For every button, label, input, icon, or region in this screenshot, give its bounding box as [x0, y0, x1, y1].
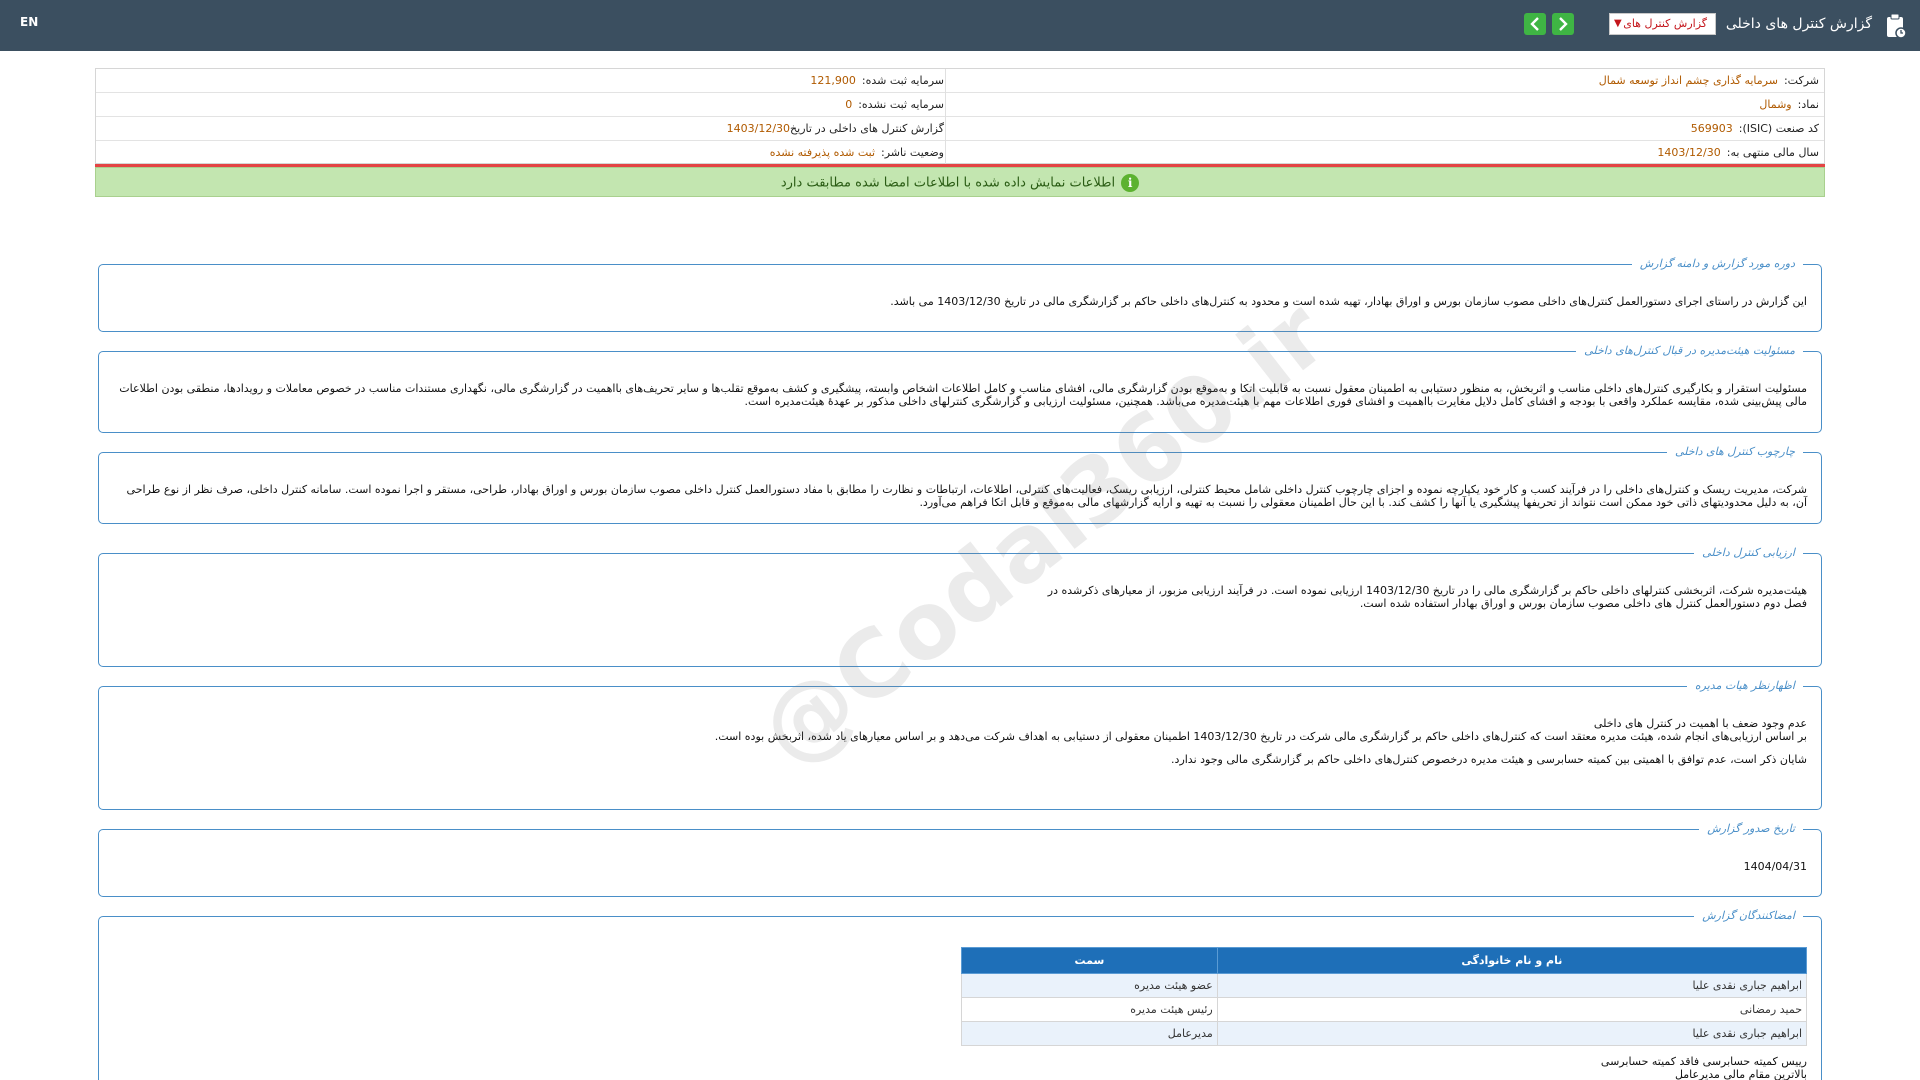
signer-name: ابراهیم جباری نقدی علیا — [1216, 1021, 1808, 1046]
chevron-left-icon — [1530, 17, 1539, 31]
opinion-headline: عدم وجود ضعف با اهمیت در کنترل های داخلی — [1593, 717, 1807, 730]
opinion-line: شایان ذکر است، عدم توافق با اهمیتی بین ک… — [1171, 753, 1807, 766]
signer-role: مدیرعامل — [961, 1021, 1218, 1046]
company-value[interactable]: سرمایه گذاری چشم انداز توسعه شمال — [1599, 74, 1778, 87]
registered-capital-value: 121,900 — [810, 74, 856, 87]
company-label: شرکت: — [1783, 74, 1819, 87]
section-legend: تاریخ صدور گزارش — [1699, 822, 1803, 835]
report-clipboard-icon — [1887, 13, 1907, 39]
symbol-label: نماد: — [1797, 98, 1819, 111]
section-legend: مسئولیت هیئت‌مدیره در قبال کنترل‌های داخ… — [1576, 344, 1803, 357]
section-legend: چارچوب کنترل های داخلی — [1666, 445, 1803, 458]
section-legend: ارزیابی کنترل داخلی — [1694, 546, 1803, 559]
section-legend: دوره مورد گزارش و دامنه گزارش — [1631, 257, 1803, 270]
company-info-table: شرکت: سرمایه گذاری چشم انداز توسعه شمال س… — [95, 68, 1825, 165]
signers-notes: رییس کمیته حسابرسی فاقد کمیته حسابرسی با… — [1601, 1055, 1807, 1080]
section-issue-date: تاریخ صدور گزارش 1404/04/31 — [98, 822, 1822, 897]
next-report-button[interactable] — [1552, 13, 1574, 35]
signer-name: حمید رمضانی — [1216, 997, 1808, 1022]
symbol-value[interactable]: وشمال — [1759, 98, 1791, 111]
column-header-name: نام و نام خانوادگی — [1216, 947, 1808, 974]
report-date-value: 1403/12/30 — [726, 122, 791, 135]
symbol-cell: نماد: وشمال — [1759, 93, 1819, 116]
column-header-role: سمت — [961, 947, 1218, 974]
section-text: هیئت‌مدیره شرکت، اثربخشی کنترلهای داخلی … — [113, 584, 1807, 610]
previous-report-button[interactable] — [1524, 13, 1546, 35]
signer-role: عضو هیئت مدیره — [961, 973, 1218, 998]
top-bar: گزارش کنترل های داخلی گزارش کنترل های ▼ … — [0, 0, 1920, 51]
opinion-line: بر اساس ارزیابی‌های انجام شده، هیئت مدیر… — [714, 730, 1807, 743]
section-control-evaluation: ارزیابی کنترل داخلی هیئت‌مدیره شرکت، اثر… — [98, 546, 1822, 667]
signer-name: ابراهیم جباری نقدی علیا — [1216, 973, 1808, 998]
report-date-label: گزارش کنترل های داخلی در تاریخ — [790, 122, 944, 135]
fiscal-year-value: 1403/12/30 — [1657, 146, 1721, 159]
chevron-right-icon — [1559, 17, 1568, 31]
info-row: سال مالی منتهی به: 1403/12/30 وضعیت ناشر:… — [96, 141, 1824, 165]
info-row: کد صنعت (ISIC): 569903 گزارش کنترل های دا… — [96, 117, 1824, 141]
signer-role: رئیس هیئت مدیره — [961, 997, 1218, 1022]
signers-table: نام و نام خانوادگی سمت ابراهیم جباری نقد… — [961, 947, 1808, 1046]
column-divider — [945, 141, 946, 165]
section-text: این گزارش در راستای اجرای دستورالعمل کنت… — [890, 295, 1807, 308]
language-switch-link[interactable]: EN — [20, 15, 38, 29]
report-type-select[interactable]: گزارش کنترل های ▼ — [1609, 13, 1716, 35]
section-legend: امضاکنندگان گزارش — [1694, 909, 1803, 922]
section-signers: امضاکنندگان گزارش نام و نام خانوادگی سمت… — [98, 909, 1822, 1080]
publisher-status-cell: وضعیت ناشر: ثبت شده پذیرفته نشده — [770, 141, 944, 164]
info-row: شرکت: سرمایه گذاری چشم انداز توسعه شمال س… — [96, 69, 1824, 93]
evaluation-line: فصل دوم دستورالعمل کنترل های داخلی مصوب … — [1359, 597, 1807, 610]
unregistered-capital-value: 0 — [845, 98, 853, 111]
column-divider — [945, 93, 946, 117]
isic-cell: کد صنعت (ISIC): 569903 — [1691, 117, 1819, 140]
registered-capital-label: سرمایه ثبت شده: — [861, 74, 944, 87]
unregistered-capital-label: سرمایه ثبت نشده: — [858, 98, 944, 111]
table-header-row: نام و نام خانوادگی سمت — [961, 947, 1808, 974]
registered-capital-cell: سرمایه ثبت شده: 121,900 — [810, 69, 944, 92]
isic-label: کد صنعت (ISIC): — [1738, 122, 1819, 135]
section-report-period: دوره مورد گزارش و دامنه گزارش این گزارش … — [98, 257, 1822, 332]
verification-banner-content: i اطلاعات نمایش داده شده با اطلاعات امضا … — [780, 174, 1140, 192]
section-text: مسئولیت استقرار و بکارگیری کنترل‌های داخ… — [119, 382, 1807, 408]
unregistered-capital-cell: سرمایه ثبت نشده: 0 — [845, 93, 944, 116]
audit-committee-note: رییس کمیته حسابرسی فاقد کمیته حسابرسی — [1600, 1055, 1807, 1068]
info-icon: i — [1121, 174, 1140, 192]
company-cell: شرکت: سرمایه گذاری چشم انداز توسعه شمال — [1599, 69, 1819, 92]
info-row: نماد: وشمال سرمایه ثبت نشده: 0 — [96, 93, 1824, 117]
publisher-status-value: ثبت شده پذیرفته نشده — [769, 146, 876, 159]
section-control-framework: چارچوب کنترل های داخلی شرکت، مدیریت ریسک… — [98, 445, 1822, 524]
column-divider — [945, 117, 946, 141]
report-type-select-label: گزارش کنترل های — [1623, 17, 1707, 30]
fiscal-year-label: سال مالی منتهی به: — [1726, 146, 1819, 159]
evaluation-line: هیئت‌مدیره شرکت، اثربخشی کنترلهای داخلی … — [1047, 584, 1807, 597]
table-row: ابراهیم جباری نقدی علیا مدیرعامل — [961, 1021, 1808, 1046]
table-row: حمید رمضانی رئیس هیئت مدیره — [961, 997, 1808, 1022]
section-text: شرکت، مدیریت ریسک و کنترل‌های داخلی را د… — [126, 483, 1807, 509]
financial-officer-note: بالاترین مقام مالی مدیرعامل — [1674, 1068, 1807, 1080]
publisher-status-label: وضعیت ناشر: — [881, 146, 944, 159]
verification-message: اطلاعات نمایش داده شده با اطلاعات امضا ش… — [780, 175, 1116, 191]
verification-banner: i اطلاعات نمایش داده شده با اطلاعات امضا … — [95, 167, 1825, 197]
chevron-down-icon: ▼ — [1614, 18, 1622, 29]
section-board-responsibility: مسئولیت هیئت‌مدیره در قبال کنترل‌های داخ… — [98, 344, 1822, 433]
table-row: ابراهیم جباری نقدی علیا عضو هیئت مدیره — [961, 973, 1808, 998]
section-board-opinion: اظهارنظر هیات مدیره عدم وجود ضعف با اهمی… — [98, 679, 1822, 810]
isic-value: 569903 — [1690, 122, 1733, 135]
column-divider — [945, 69, 946, 93]
section-legend: اظهارنظر هیات مدیره — [1686, 679, 1803, 692]
report-date-cell: گزارش کنترل های داخلی در تاریخ1403/12/30 — [727, 117, 944, 140]
section-text: عدم وجود ضعف با اهمیت در کنترل های داخلی… — [113, 717, 1807, 766]
issue-date-value: 1404/04/31 — [1743, 860, 1807, 873]
fiscal-year-cell: سال مالی منتهی به: 1403/12/30 — [1657, 141, 1819, 164]
page-title: گزارش کنترل های داخلی — [1725, 16, 1872, 32]
